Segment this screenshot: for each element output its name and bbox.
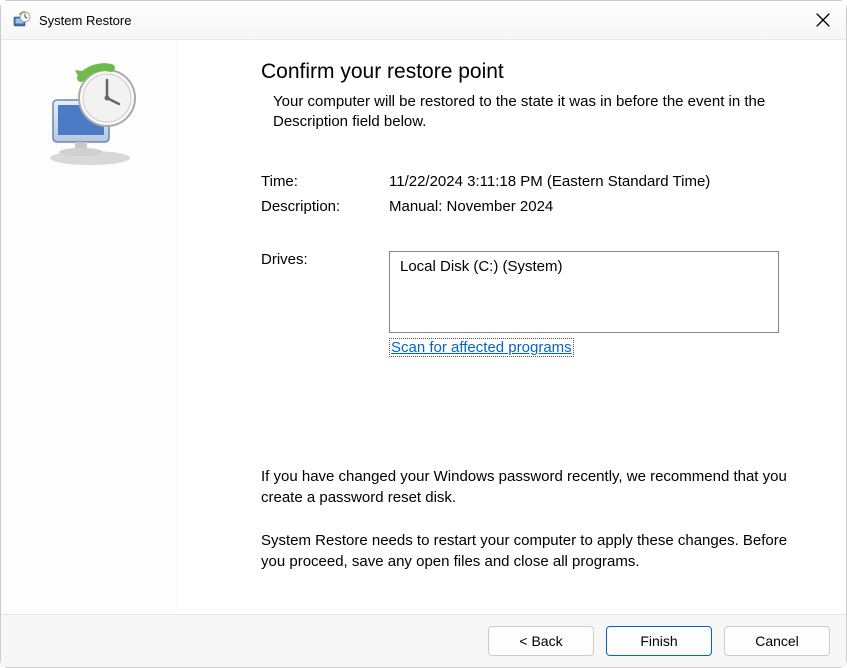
password-note: If you have changed your Windows passwor… [261,466,791,508]
drives-row: Drives: Local Disk (C:) (System) [261,251,806,333]
page-subheading: Your computer will be restored to the st… [273,92,783,133]
drives-listbox[interactable]: Local Disk (C:) (System) [389,251,779,333]
time-row: Time: 11/22/2024 3:11:18 PM (Eastern Sta… [261,173,806,190]
drive-item[interactable]: Local Disk (C:) (System) [400,258,768,275]
description-value: Manual: November 2024 [389,198,806,215]
drives-label: Drives: [261,251,389,333]
description-row: Description: Manual: November 2024 [261,198,806,215]
titlebar: System Restore [1,1,846,40]
content-area: Confirm your restore point Your computer… [1,40,846,614]
restore-illustration-icon [35,60,145,170]
wizard-footer: < Back Finish Cancel [1,614,846,668]
close-button[interactable] [800,1,846,39]
wizard-sidebar [1,40,179,614]
scan-affected-programs-link[interactable]: Scan for affected programs [389,338,574,357]
wizard-main: Confirm your restore point Your computer… [179,40,846,614]
restart-note: System Restore needs to restart your com… [261,530,791,572]
notes-section: If you have changed your Windows passwor… [261,466,791,572]
description-label: Description: [261,198,389,215]
close-icon [816,13,830,27]
system-restore-icon [13,11,31,29]
window-title: System Restore [39,13,800,28]
time-value: 11/22/2024 3:11:18 PM (Eastern Standard … [389,173,806,190]
page-heading: Confirm your restore point [261,60,806,84]
cancel-button[interactable]: Cancel [724,626,830,656]
finish-button[interactable]: Finish [606,626,712,656]
back-button[interactable]: < Back [488,626,594,656]
time-label: Time: [261,173,389,190]
